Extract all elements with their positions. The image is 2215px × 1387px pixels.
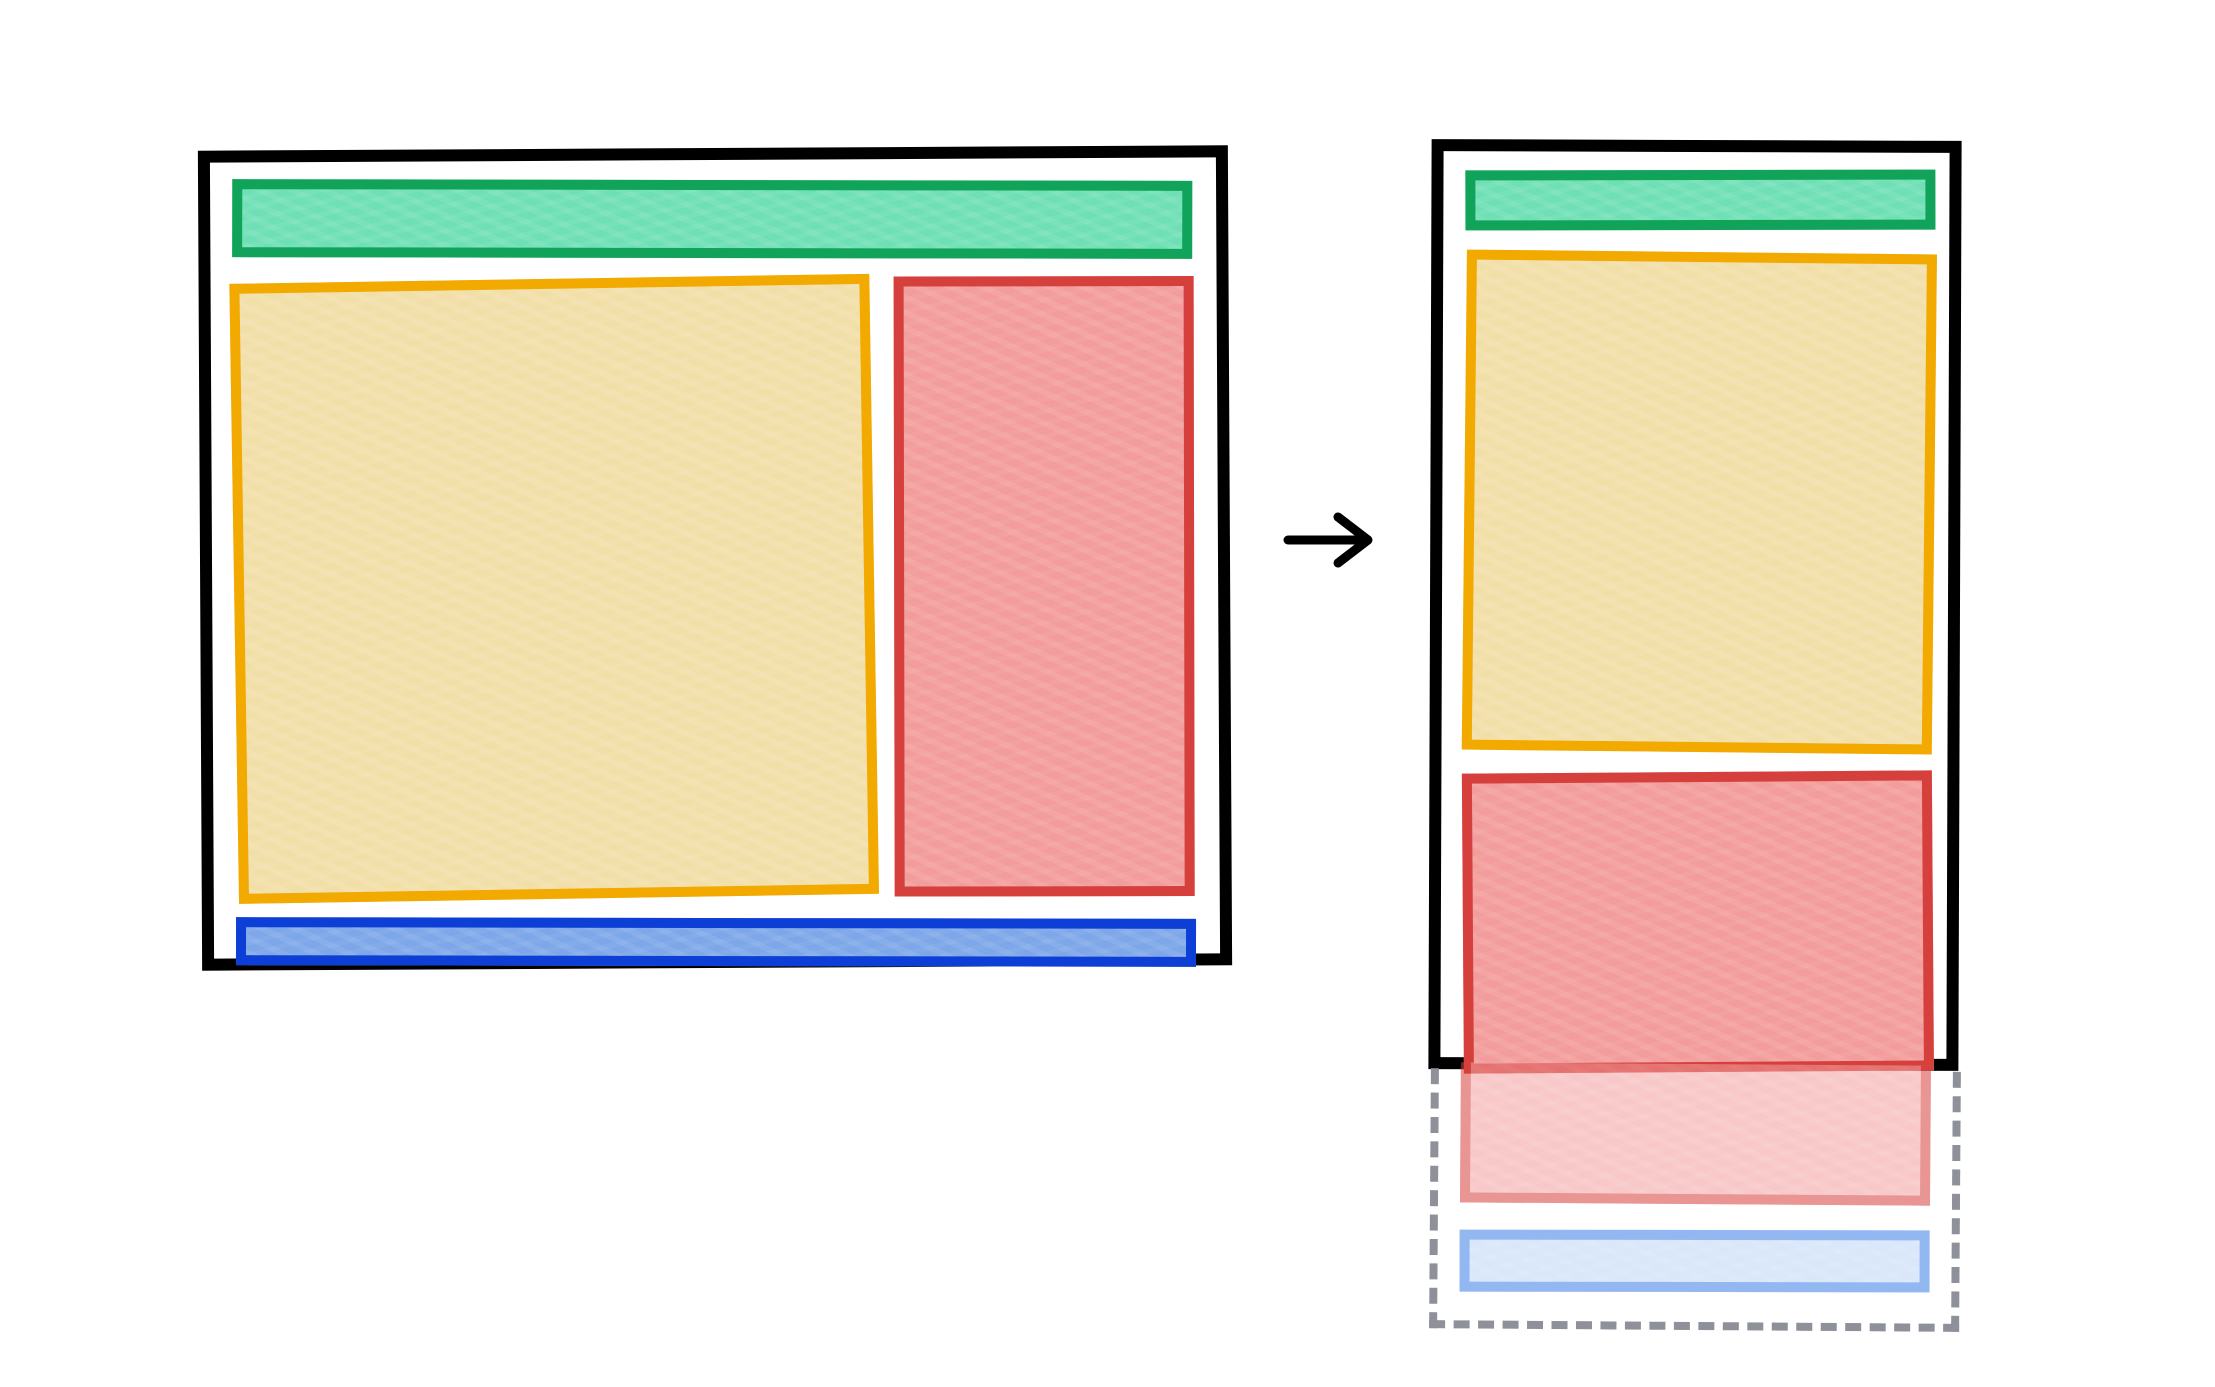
responsive-layout-diagram: → — [0, 0, 2215, 1387]
mobile-overflow-region — [1429, 1068, 1961, 1332]
desktop-aside-block — [894, 276, 1195, 897]
arrow-icon: → — [1280, 505, 1380, 575]
desktop-viewport-frame — [198, 145, 1232, 970]
desktop-header-block — [232, 179, 1192, 259]
mobile-aside-block — [1462, 770, 1934, 1073]
desktop-footer-block — [236, 917, 1196, 967]
mobile-aside-overflow-block — [1460, 1062, 1931, 1205]
mobile-header-block — [1465, 170, 1935, 231]
mobile-footer-overflow-block — [1460, 1230, 1930, 1293]
mobile-main-block — [1462, 250, 1937, 755]
mobile-viewport-frame — [1428, 139, 1961, 1071]
desktop-main-block — [229, 274, 879, 904]
